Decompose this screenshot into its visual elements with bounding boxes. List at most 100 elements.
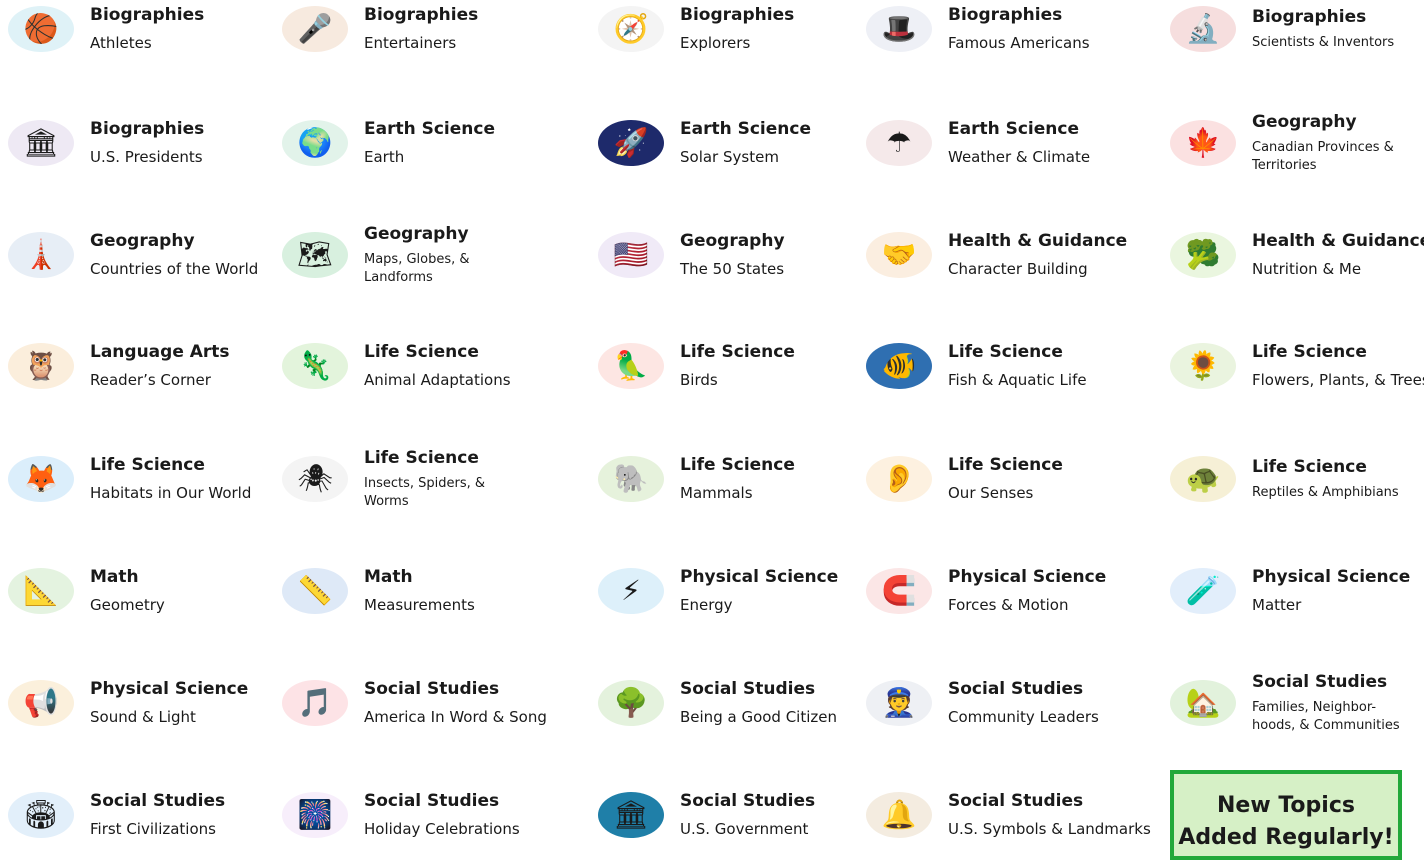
topic-text: Life Science Birds <box>680 341 795 391</box>
president-portrait-icon: 🏛 <box>8 120 74 166</box>
topic-tile[interactable]: 🧪 Physical Science Matter <box>1170 562 1410 620</box>
measuring-box-icon: 📏 <box>282 568 348 614</box>
ocean-life-icon: 🐠 <box>866 343 932 389</box>
playground-icon: 🏡 <box>1170 680 1236 726</box>
topic-tile[interactable]: 🎆 Social Studies Holiday Celebrations <box>282 786 520 844</box>
topic-tile[interactable]: 🧭 Biographies Explorers <box>598 0 794 58</box>
topic-tile[interactable]: 🔬 Biographies Scientists & Inventors <box>1170 0 1402 58</box>
topic-tile[interactable]: 🐘 Life Science Mammals <box>598 450 795 508</box>
topic-category: Biographies <box>948 5 1063 25</box>
topic-text: Language Arts Reader’s Corner <box>90 341 230 391</box>
topic-tile[interactable]: 📐 Math Geometry <box>8 562 165 620</box>
topic-subject: Weather & Climate <box>948 148 1091 166</box>
topic-subject: Insects, Spiders, & Worms <box>364 476 486 509</box>
topic-tile[interactable]: 📢 Physical Science Sound & Light <box>8 674 248 732</box>
topic-category: Life Science <box>948 342 1063 362</box>
topic-category: Biographies <box>680 5 795 25</box>
topic-tile[interactable]: 🐢 Life Science Reptiles & Amphibians <box>1170 450 1402 508</box>
topic-tile[interactable]: 🕷 Life Science Insects, Spiders, & Worms <box>282 448 514 509</box>
topic-category: Physical Science <box>680 567 839 587</box>
topic-tile[interactable]: 🌳 Social Studies Being a Good Citizen <box>598 674 837 732</box>
topic-tile[interactable]: 🚀 Earth Science Solar System <box>598 114 811 172</box>
topic-text: Biographies Scientists & Inventors <box>1252 6 1402 52</box>
topic-tile[interactable]: 🏀 Biographies Athletes <box>8 0 204 58</box>
topic-category: Physical Science <box>1252 567 1411 587</box>
topic-text: Health & Guidance Nutrition & Me <box>1252 230 1424 280</box>
topic-tile[interactable]: 🐠 Life Science Fish & Aquatic Life <box>866 337 1087 395</box>
topic-tile[interactable]: 🎤 Biographies Entertainers <box>282 0 478 58</box>
topic-subject: Famous Americans <box>948 34 1090 52</box>
topic-category: Biographies <box>90 119 205 139</box>
science-kids-icon: 🧪 <box>1170 568 1236 614</box>
topic-tile[interactable]: 🤝 Health & Guidance Character Building <box>866 226 1127 284</box>
topic-text: Social Studies U.S. Symbols & Landmarks <box>948 790 1151 840</box>
topic-tile[interactable]: 🧲 Physical Science Forces & Motion <box>866 562 1106 620</box>
topic-tile[interactable]: 🦉 Language Arts Reader’s Corner <box>8 337 230 395</box>
topic-category: Life Science <box>680 342 795 362</box>
topic-category: Life Science <box>364 342 479 362</box>
topic-subject: Earth <box>364 148 405 166</box>
topic-tile[interactable]: 🗼 Geography Countries of the World <box>8 226 258 284</box>
topic-subject: Scientists & Inventors <box>1252 35 1395 50</box>
topic-subject: U.S. Presidents <box>90 148 203 166</box>
topic-tile[interactable]: 🗺 Geography Maps, Globes, & Landforms <box>282 223 514 287</box>
topic-tile[interactable]: ⚡ Physical Science Energy <box>598 562 838 620</box>
topic-tile[interactable]: 🦜 Life Science Birds <box>598 337 795 395</box>
basketball-player-icon: 🏀 <box>8 6 74 52</box>
topic-tile[interactable]: 🌻 Life Science Flowers, Plants, & Trees <box>1170 337 1424 395</box>
renewable-energy-icon: ⚡ <box>598 568 664 614</box>
topic-tile[interactable]: 🎵 Social Studies America In Word & Song <box>282 674 547 732</box>
garden-icon: 🌻 <box>1170 343 1236 389</box>
scientist-icon: 🔬 <box>1170 6 1236 52</box>
topic-subject: Athletes <box>90 34 152 52</box>
topic-category: Social Studies <box>680 791 816 811</box>
topic-text: Health & Guidance Character Building <box>948 230 1127 280</box>
topic-category: Geography <box>680 231 785 251</box>
topic-subject: America In Word & Song <box>364 708 547 726</box>
topic-text: Geography Maps, Globes, & Landforms <box>364 223 514 287</box>
topic-category: Biographies <box>90 5 205 25</box>
topic-text: Social Studies Holiday Celebrations <box>364 790 520 840</box>
topic-subject: Reader’s Corner <box>90 371 211 389</box>
topic-text: Life Science Fish & Aquatic Life <box>948 341 1087 391</box>
topic-subject: Mammals <box>680 484 753 502</box>
topic-subject: Forces & Motion <box>948 596 1069 614</box>
topic-tile[interactable]: 🦎 Life Science Animal Adaptations <box>282 337 511 395</box>
topic-subject: Sound & Light <box>90 708 196 726</box>
usa-states-map-icon: 🇺🇸 <box>598 232 664 278</box>
topic-tile[interactable]: 🏟 Social Studies First Civilizations <box>8 786 225 844</box>
topic-tile[interactable]: 🇺🇸 Geography The 50 States <box>598 226 785 284</box>
topic-category: Geography <box>90 231 195 251</box>
topic-tile[interactable]: ☂ Earth Science Weather & Climate <box>866 114 1090 172</box>
topic-tile[interactable]: 🥦 Health & Guidance Nutrition & Me <box>1170 226 1424 284</box>
topic-tile[interactable]: 📏 Math Measurements <box>282 562 475 620</box>
topic-tile[interactable]: 👮 Social Studies Community Leaders <box>866 674 1099 732</box>
topic-text: Social Studies Community Leaders <box>948 678 1099 728</box>
senses-children-icon: 👂 <box>866 456 932 502</box>
topic-tile[interactable]: 🔔 Social Studies U.S. Symbols & Landmarks <box>866 786 1151 844</box>
topic-text: Physical Science Forces & Motion <box>948 566 1106 616</box>
topic-tile[interactable]: 🌍 Earth Science Earth <box>282 114 495 172</box>
topic-tile[interactable]: 🏛 Biographies U.S. Presidents <box>8 114 204 172</box>
promo-line-1: New Topics <box>1217 793 1355 818</box>
topic-tile[interactable]: 👂 Life Science Our Senses <box>866 450 1063 508</box>
topic-subject: First Civilizations <box>90 820 216 838</box>
topic-category: Social Studies <box>1252 672 1388 692</box>
topic-subject: Energy <box>680 596 733 614</box>
map-landforms-icon: 🗺 <box>282 232 348 278</box>
magnet-icon: 🧲 <box>866 568 932 614</box>
healthy-food-icon: 🥦 <box>1170 232 1236 278</box>
topic-tile[interactable]: 🎩 Biographies Famous Americans <box>866 0 1090 58</box>
topic-tile[interactable]: 🏛 Social Studies U.S. Government <box>598 786 815 844</box>
topic-subject: Measurements <box>364 596 475 614</box>
topic-tile[interactable]: 🍁 Geography Canadian Provinces & Territori… <box>1170 112 1402 173</box>
topic-tile[interactable]: 🏡 Social Studies Families, Neighbor-hoods,… <box>1170 672 1402 733</box>
topic-category: Social Studies <box>364 679 500 699</box>
community-helpers-icon: 👮 <box>866 680 932 726</box>
topic-text: Physical Science Matter <box>1252 566 1410 616</box>
tin-can-phone-icon: 📢 <box>8 680 74 726</box>
topic-subject: Birds <box>680 371 718 389</box>
topic-category: Life Science <box>680 455 795 475</box>
topic-subject: Nutrition & Me <box>1252 260 1362 278</box>
topic-tile[interactable]: 🦊 Life Science Habitats in Our World <box>8 450 251 508</box>
